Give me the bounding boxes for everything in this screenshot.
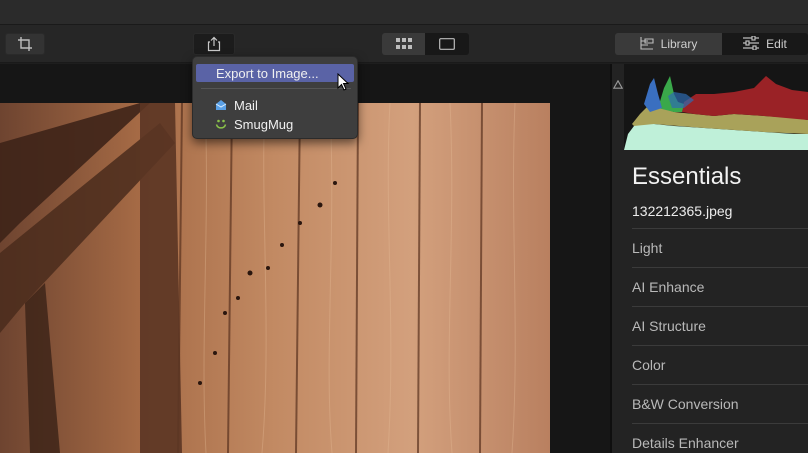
menu-item-export-to-image[interactable]: Export to Image... bbox=[196, 64, 354, 82]
tool-details-enhancer[interactable]: Details Enhancer bbox=[632, 423, 808, 453]
histogram bbox=[624, 64, 808, 150]
tool-bw-conversion[interactable]: B&W Conversion bbox=[632, 384, 808, 423]
tool-label: B&W Conversion bbox=[632, 396, 739, 412]
library-icon bbox=[640, 35, 654, 54]
crop-icon bbox=[17, 36, 33, 52]
menu-item-mail[interactable]: Mail bbox=[196, 96, 354, 114]
single-view-button[interactable] bbox=[425, 33, 469, 55]
share-icon bbox=[207, 36, 221, 52]
tool-label: Details Enhancer bbox=[632, 435, 739, 451]
panel-title: Essentials bbox=[632, 163, 742, 190]
tool-label: AI Structure bbox=[632, 318, 706, 334]
mode-tabs: Library Edit bbox=[615, 33, 808, 55]
tool-light[interactable]: Light bbox=[632, 228, 808, 267]
tool-color[interactable]: Color bbox=[632, 345, 808, 384]
title-bar bbox=[0, 0, 808, 25]
tool-ai-enhance[interactable]: AI Enhance bbox=[632, 267, 808, 306]
tool-label: AI Enhance bbox=[632, 279, 705, 295]
menu-item-label: Mail bbox=[234, 97, 258, 113]
grid-view-icon bbox=[395, 35, 412, 54]
tool-ai-structure[interactable]: AI Structure bbox=[632, 306, 808, 345]
crop-button[interactable] bbox=[5, 33, 45, 55]
tool-list: Light AI Enhance AI Structure Color B&W … bbox=[632, 228, 808, 453]
toolbar: Library Edit bbox=[0, 25, 808, 63]
single-view-icon bbox=[439, 35, 455, 54]
mouse-cursor-icon bbox=[337, 72, 350, 96]
menu-item-label: Export to Image... bbox=[216, 65, 319, 81]
menu-item-label: SmugMug bbox=[234, 116, 294, 132]
grid-view-button[interactable] bbox=[382, 33, 425, 55]
tab-library[interactable]: Library bbox=[615, 33, 722, 55]
tab-edit-label: Edit bbox=[766, 37, 787, 51]
menu-item-smugmug[interactable]: SmugMug bbox=[196, 115, 354, 133]
share-menu: Export to Image... Mail SmugMug bbox=[192, 56, 358, 139]
smugmug-icon bbox=[215, 118, 227, 130]
sliders-icon bbox=[743, 34, 760, 54]
photo-preview[interactable] bbox=[0, 103, 550, 453]
tool-label: Light bbox=[632, 240, 663, 256]
tab-edit[interactable]: Edit bbox=[722, 33, 808, 55]
tab-library-label: Library bbox=[660, 37, 698, 51]
collapse-triangle-icon[interactable] bbox=[612, 74, 624, 93]
share-button[interactable] bbox=[193, 33, 235, 55]
menu-separator bbox=[201, 88, 351, 89]
tool-label: Color bbox=[632, 357, 666, 373]
view-toggle bbox=[382, 33, 469, 55]
mail-icon bbox=[215, 99, 227, 111]
file-name: 132212365.jpeg bbox=[632, 203, 733, 219]
